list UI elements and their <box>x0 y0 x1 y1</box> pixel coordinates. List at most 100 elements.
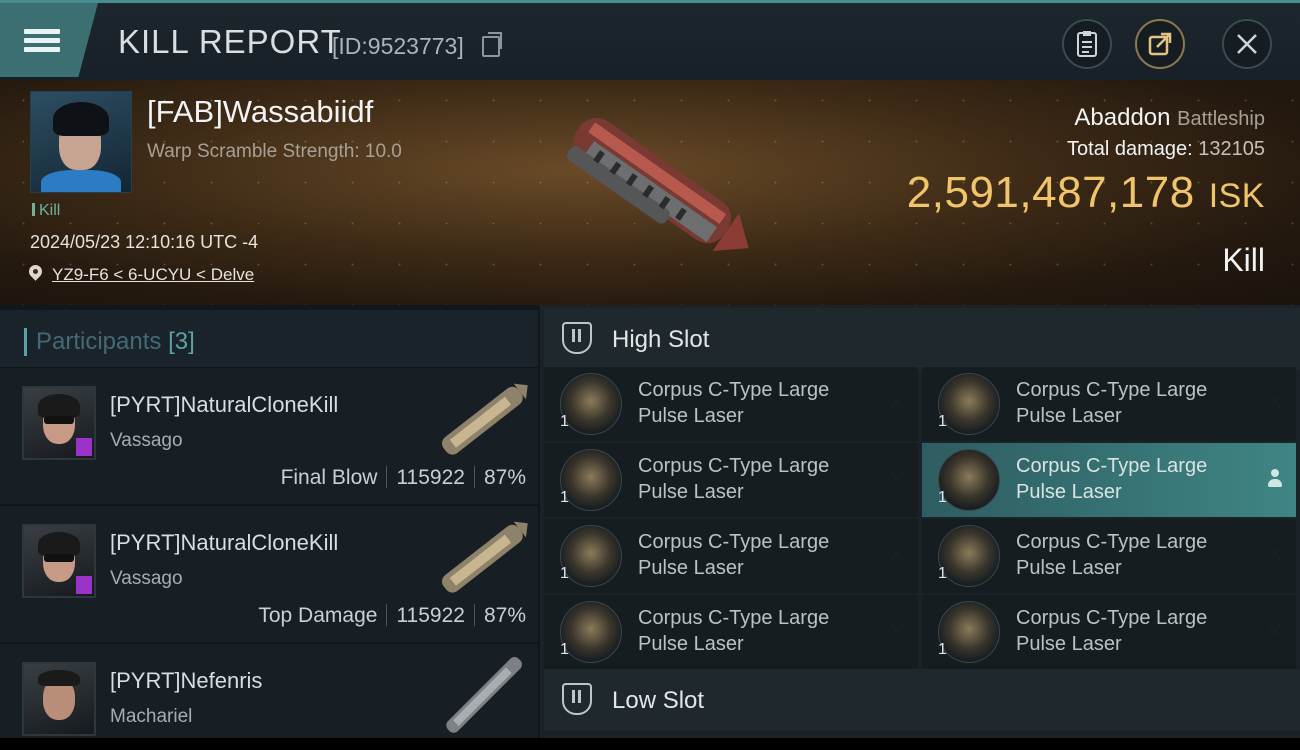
header-bar: KILL REPORT [ID:9523773] <box>0 0 1300 80</box>
module-name-line1: Corpus C-Type Large <box>1016 531 1208 553</box>
high-slot-header[interactable]: High Slot <box>544 308 1300 370</box>
ship-name: Abaddon <box>1074 104 1171 131</box>
slot-icon <box>562 683 592 715</box>
high-slot-label: High Slot <box>612 326 710 353</box>
corp-badge-icon <box>76 438 92 456</box>
participants-title: Participants [3] <box>24 328 195 356</box>
victim-portrait[interactable] <box>30 91 132 193</box>
low-slot-label: Low Slot <box>612 687 705 714</box>
module-name: Corpus C-Type Large Pulse Laser <box>1016 453 1246 505</box>
clipboard-button[interactable] <box>1062 19 1112 69</box>
module-name: Corpus C-Type Large Pulse Laser <box>638 529 868 581</box>
destroyed-x-icon: ✕ <box>887 390 906 415</box>
participant-role: Top Damage <box>258 604 378 627</box>
destroyed-x-icon: ✕ <box>1265 542 1284 567</box>
participant-name: [PYRT]Nefenris <box>110 668 263 693</box>
participant-percent: 87% <box>483 466 526 489</box>
module-item[interactable]: 1 Corpus C-Type Large Pulse Laser ✕ <box>544 443 918 517</box>
close-button[interactable] <box>1222 19 1272 69</box>
module-name-line2: Pulse Laser <box>1016 633 1122 655</box>
participant-damage: 115922 <box>396 466 465 489</box>
share-button[interactable] <box>1135 19 1185 69</box>
menu-button[interactable] <box>0 3 98 77</box>
module-name: Corpus C-Type Large Pulse Laser <box>638 377 868 429</box>
module-item[interactable]: 1 Corpus C-Type Large Pulse Laser ✕ <box>922 519 1296 593</box>
isk-value: 2,591,487,178 ISK <box>907 168 1265 218</box>
module-name-line2: Pulse Laser <box>1016 405 1122 427</box>
participant-percent: 87% <box>483 604 526 627</box>
participants-panel: Participants [3] [PYRT]NaturalCloneKill … <box>0 305 540 750</box>
participants-header[interactable]: Participants [3] <box>0 310 538 370</box>
participant-row[interactable]: [PYRT]NaturalCloneKill Vassago Top Damag… <box>0 505 538 642</box>
module-name-line2: Pulse Laser <box>638 405 744 427</box>
clipboard-icon <box>1077 31 1097 57</box>
avatar[interactable] <box>22 662 96 736</box>
participant-ship-image <box>442 521 528 593</box>
pulse-laser-icon <box>938 373 1000 435</box>
victim-ship: Abaddon Battleship <box>1074 104 1265 132</box>
kill-datetime: 2024/05/23 12:10:16 UTC -4 <box>30 232 259 252</box>
victim-banner: [FAB]Wassabiidf Warp Scramble Strength: … <box>0 80 1300 305</box>
corp-badge-icon <box>76 576 92 594</box>
module-name-line1: Corpus C-Type Large <box>638 455 830 477</box>
participant-name: [PYRT]NaturalCloneKill <box>110 392 339 417</box>
copy-icon[interactable] <box>482 32 502 57</box>
module-name-line2: Pulse Laser <box>1016 557 1122 579</box>
module-name-line1: Corpus C-Type Large <box>1016 379 1208 401</box>
module-name: Corpus C-Type Large Pulse Laser <box>638 453 868 505</box>
module-item[interactable]: 1 Corpus C-Type Large Pulse Laser ✕ <box>544 595 918 669</box>
module-item[interactable]: 1 Corpus C-Type Large Pulse Laser ✕ <box>922 367 1296 441</box>
module-quantity: 1 <box>560 565 569 582</box>
destroyed-x-icon: ✕ <box>1265 390 1284 415</box>
location-link[interactable]: YZ9-F6 < 6-UCYU < Delve <box>52 265 254 285</box>
module-item[interactable]: 1 Corpus C-Type Large Pulse Laser ✕ <box>544 519 918 593</box>
participant-ship: Vassago <box>110 568 183 589</box>
module-quantity: 1 <box>938 641 947 658</box>
pulse-laser-icon <box>560 373 622 435</box>
module-quantity: 1 <box>938 413 947 430</box>
participant-role: Final Blow <box>280 466 378 489</box>
participant-stats: Final Blow 115922 87% <box>281 466 526 490</box>
module-name-line2: Pulse Laser <box>1016 481 1122 503</box>
destroyed-x-icon: ✕ <box>1265 618 1284 643</box>
kill-result: Kill <box>1222 242 1265 278</box>
participant-row[interactable]: [PYRT]NaturalCloneKill Vassago Final Blo… <box>0 367 538 504</box>
module-name-line1: Corpus C-Type Large <box>1016 455 1208 477</box>
pulse-laser-icon <box>560 525 622 587</box>
avatar[interactable] <box>22 386 96 460</box>
module-item[interactable]: 1 Corpus C-Type Large Pulse Laser ✕ <box>922 595 1296 669</box>
module-name-line1: Corpus C-Type Large <box>1016 607 1208 629</box>
kill-tag-label: Kill <box>39 202 61 219</box>
victim-name[interactable]: [FAB]Wassabiidf <box>147 94 373 130</box>
module-name: Corpus C-Type Large Pulse Laser <box>1016 605 1246 657</box>
module-quantity: 1 <box>560 641 569 658</box>
close-icon <box>1237 34 1257 54</box>
isk-unit: ISK <box>1208 177 1265 215</box>
module-name-line2: Pulse Laser <box>638 557 744 579</box>
pulse-laser-icon <box>938 601 1000 663</box>
low-slot-header[interactable]: Low Slot <box>544 669 1300 731</box>
participant-ship: Vassago <box>110 430 183 451</box>
victim-warp-scramble: Warp Scramble Strength: 10.0 <box>147 141 402 162</box>
module-name: Corpus C-Type Large Pulse Laser <box>638 605 868 657</box>
participant-name: [PYRT]NaturalCloneKill <box>110 530 339 555</box>
pulse-laser-icon <box>560 601 622 663</box>
module-name-line2: Pulse Laser <box>638 633 744 655</box>
participant-stats: Top Damage 115922 87% <box>258 604 526 628</box>
module-name-line1: Corpus C-Type Large <box>638 531 830 553</box>
participant-row[interactable]: [PYRT]Nefenris Machariel <box>0 643 538 750</box>
bottom-edge <box>0 738 1300 750</box>
hamburger-menu-icon <box>24 25 60 56</box>
module-quantity: 1 <box>560 489 569 506</box>
module-quantity: 1 <box>560 413 569 430</box>
avatar[interactable] <box>22 524 96 598</box>
module-item[interactable]: 1 Corpus C-Type Large Pulse Laser ✕ <box>544 367 918 441</box>
victim-ship-image[interactable] <box>540 100 770 270</box>
total-damage: Total damage: 132105 <box>1067 138 1265 161</box>
module-item-selected[interactable]: 1 Corpus C-Type Large Pulse Laser <box>922 443 1296 517</box>
module-quantity: 1 <box>938 565 947 582</box>
pilot-icon <box>1268 469 1282 489</box>
report-id: [ID:9523773] <box>332 33 464 59</box>
share-icon <box>1148 32 1172 56</box>
participants-label: Participants <box>36 328 162 355</box>
